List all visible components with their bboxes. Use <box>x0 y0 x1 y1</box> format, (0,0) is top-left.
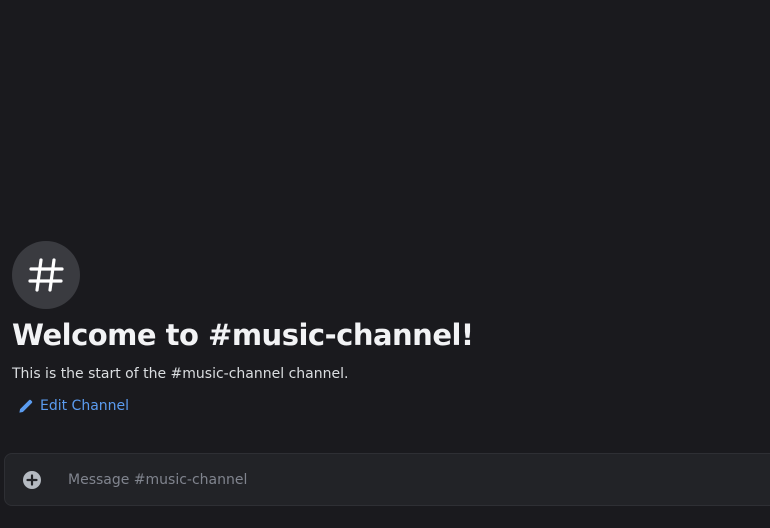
welcome-subtitle: This is the start of the #music-channel … <box>12 366 349 382</box>
plus-circle-icon[interactable] <box>22 470 42 490</box>
pencil-icon <box>18 399 33 414</box>
hashtag-icon <box>28 258 64 292</box>
message-composer <box>4 453 770 506</box>
channel-icon-avatar <box>12 241 80 309</box>
chat-area: Welcome to #music-channel! This is the s… <box>0 0 770 528</box>
message-input[interactable] <box>68 454 758 505</box>
edit-channel-label: Edit Channel <box>40 398 130 414</box>
welcome-title: Welcome to #music-channel! <box>12 318 474 352</box>
edit-channel-button[interactable]: Edit Channel <box>18 398 129 414</box>
